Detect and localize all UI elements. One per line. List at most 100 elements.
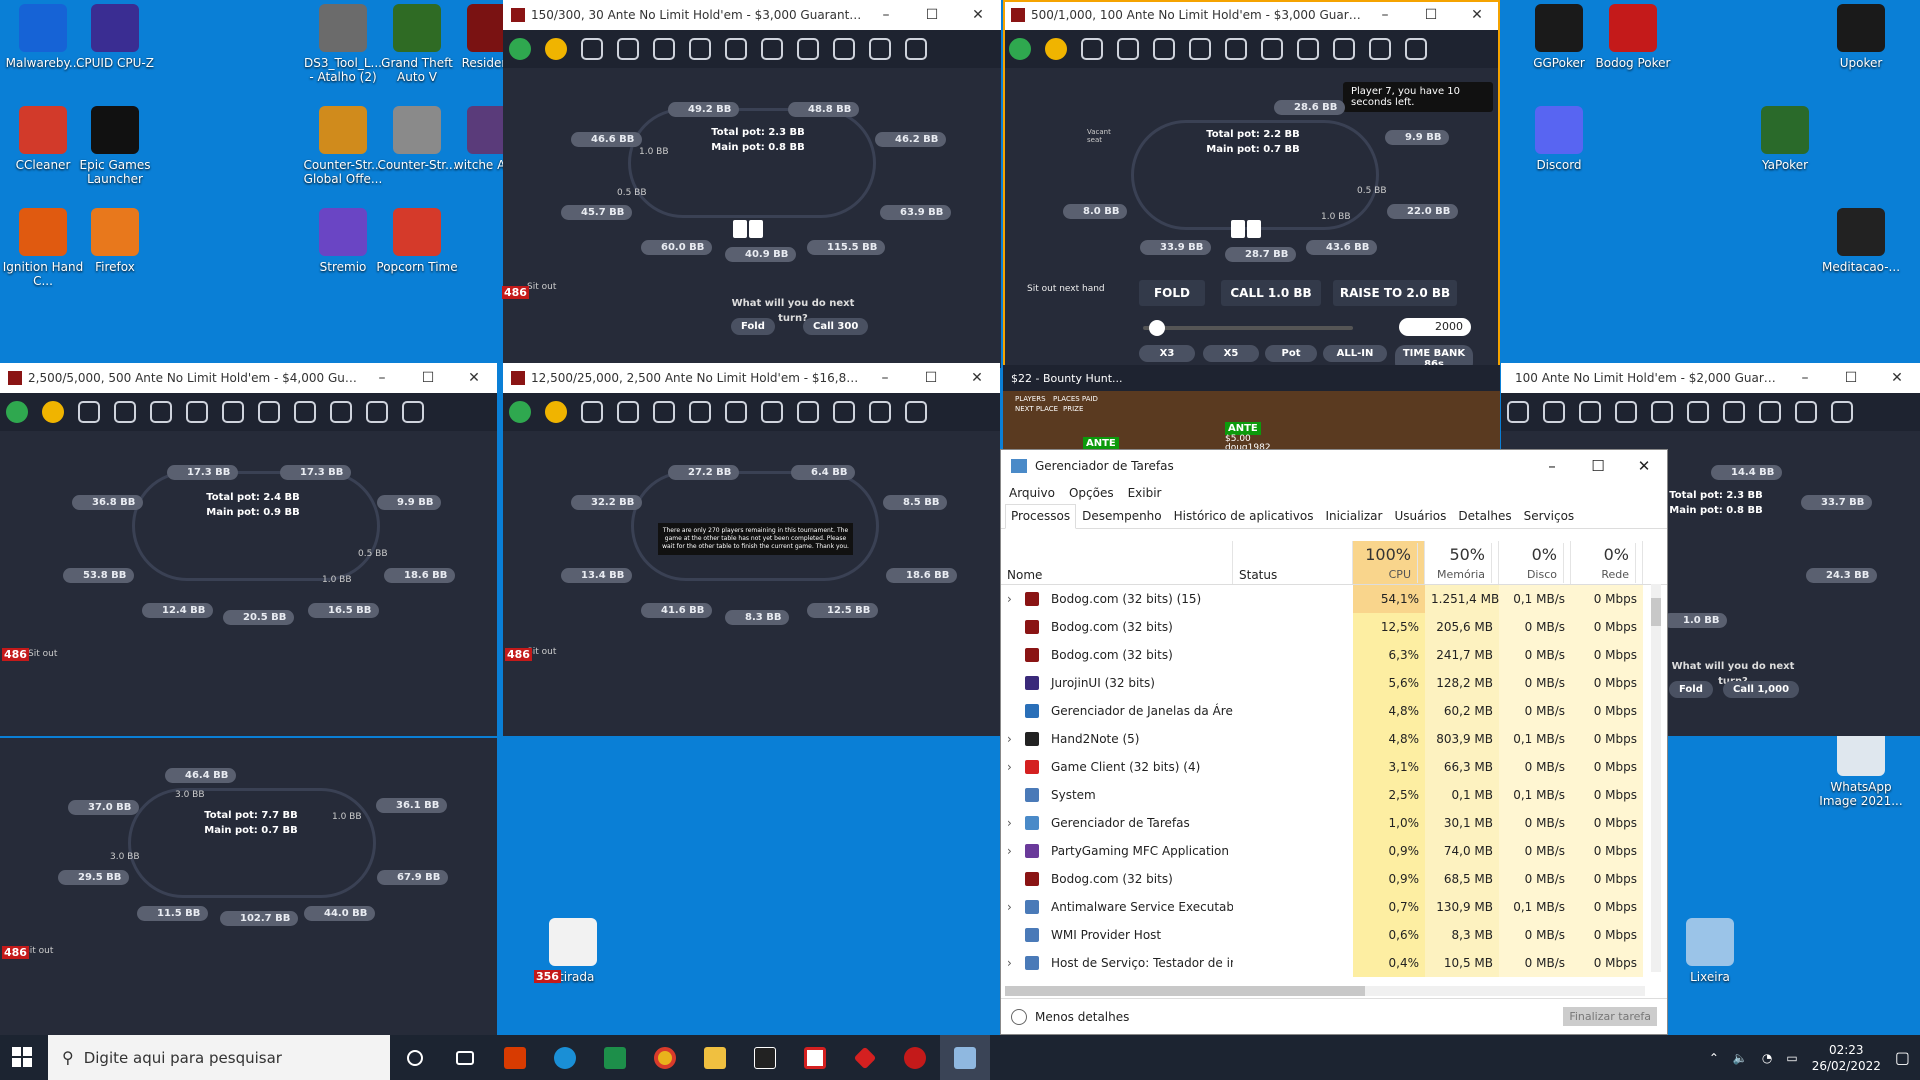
network-icon[interactable]: ◔ [1762, 1051, 1772, 1065]
cortana-icon[interactable] [390, 1035, 440, 1080]
maximize-button[interactable]: ☐ [1828, 370, 1874, 386]
maximize-button[interactable]: ☐ [908, 370, 954, 386]
info-icon[interactable] [1189, 38, 1211, 60]
window-icon[interactable] [1333, 38, 1355, 60]
info-icon[interactable] [689, 401, 711, 423]
col-name[interactable]: Nome [1001, 541, 1233, 584]
fold-precheck-button[interactable]: Fold [731, 318, 775, 335]
titlebar[interactable]: 2,500/5,000, 500 Ante No Limit Hold'em -… [0, 363, 497, 393]
close-button[interactable]: ✕ [1874, 370, 1920, 386]
gear-icon[interactable] [1153, 38, 1175, 60]
grid-icon[interactable] [1723, 401, 1745, 423]
gear-icon[interactable] [653, 38, 675, 60]
menu-item[interactable]: Opções [1069, 486, 1114, 500]
less-details-link[interactable]: Menos detalhes [1035, 1010, 1129, 1024]
window-icon[interactable] [330, 401, 352, 423]
chevron-up-icon[interactable] [1011, 1008, 1027, 1025]
col-status[interactable]: Status [1233, 541, 1353, 584]
titlebar[interactable]: 12,500/25,000, 2,500 Ante No Limit Hold'… [503, 363, 1000, 393]
window-icon[interactable] [1759, 401, 1781, 423]
poker-window-4[interactable]: 12,500/25,000, 2,500 Ante No Limit Hold'… [503, 363, 1000, 736]
coin-icon[interactable] [545, 38, 567, 60]
search-box[interactable]: ⚲ Digite aqui para pesquisar [48, 1035, 390, 1080]
bodog-poker-icon[interactable] [890, 1035, 940, 1080]
status-icon[interactable] [509, 401, 531, 423]
bodog-taskbar-icon[interactable] [790, 1035, 840, 1080]
panel-icon[interactable] [905, 38, 927, 60]
slider-handle[interactable] [1149, 320, 1165, 336]
process-row[interactable]: › PartyGaming MFC Application (... 0,9% 74,… [1001, 837, 1667, 865]
process-row[interactable]: › Antimalware Service Executable 0,7% 130,9… [1001, 893, 1667, 921]
task-manager-window[interactable]: Gerenciador de Tarefas – ☐ ✕ Arquivo Opções… [1000, 449, 1668, 1035]
desktop-icon[interactable]: Firefox [72, 208, 158, 274]
col-disk[interactable]: 0% Disco [1499, 541, 1571, 584]
menu-item[interactable]: Exibir [1128, 486, 1162, 500]
cards-icon[interactable] [1651, 401, 1673, 423]
desktop-icon[interactable]: Lixeira [1667, 918, 1753, 984]
grid-icon[interactable] [1297, 38, 1319, 60]
chevron-right-icon[interactable]: › [1007, 809, 1012, 837]
sit-out-checkbox[interactable]: Sit out [527, 282, 556, 292]
minimize-button[interactable]: – [863, 7, 909, 23]
raise-button[interactable]: RAISE TO 2.0 BB [1333, 280, 1457, 306]
window-icon[interactable] [833, 38, 855, 60]
call-precheck-button[interactable]: Call 300 [803, 318, 869, 335]
col-cpu[interactable]: 100% CPU [1353, 541, 1425, 584]
chevron-right-icon[interactable]: › [1007, 949, 1012, 977]
minimize-button[interactable]: – [862, 370, 908, 386]
desktop-icon[interactable]: Meditacao-... [1818, 208, 1904, 274]
desktop-icon[interactable]: Epic Games Launcher [72, 106, 158, 186]
fold-button[interactable]: FOLD [1139, 280, 1205, 306]
panel-icon[interactable] [1405, 38, 1427, 60]
status-icon[interactable] [1009, 38, 1031, 60]
layout-icon[interactable] [1369, 38, 1391, 60]
layout-icon[interactable] [366, 401, 388, 423]
cards-icon[interactable] [725, 38, 747, 60]
bet-preset-button[interactable]: X3 [1139, 345, 1195, 362]
minimize-button[interactable]: – [1529, 457, 1575, 475]
info-icon[interactable] [1615, 401, 1637, 423]
call-precheck-button[interactable]: Call 1,000 [1723, 681, 1800, 698]
process-row[interactable]: Gerenciador de Janelas da Área ... 4,8%60… [1001, 697, 1667, 725]
info-icon[interactable] [186, 401, 208, 423]
bounty-icon[interactable] [761, 401, 783, 423]
grid-icon[interactable] [797, 401, 819, 423]
tab[interactable]: Serviços [1518, 504, 1581, 528]
chevron-right-icon[interactable]: › [1007, 893, 1012, 921]
desktop-icon[interactable]: Popcorn Time [374, 208, 460, 274]
trophy-icon[interactable] [1543, 401, 1565, 423]
chevron-right-icon[interactable]: › [1007, 725, 1012, 753]
game-client-icon[interactable] [840, 1035, 890, 1080]
bounty-icon[interactable] [1687, 401, 1709, 423]
home-icon[interactable] [1507, 401, 1529, 423]
sit-out-checkbox[interactable]: Sit out [28, 649, 57, 659]
grid-icon[interactable] [797, 38, 819, 60]
close-button[interactable]: ✕ [954, 370, 1000, 386]
task-manager-taskbar-icon[interactable] [940, 1035, 990, 1080]
titlebar[interactable]: Gerenciador de Tarefas – ☐ ✕ [1001, 450, 1667, 482]
col-memory[interactable]: 50% Memória [1425, 541, 1499, 584]
titlebar[interactable]: 500/1,000, 100 Ante No Limit Hold'em - $… [1003, 0, 1500, 30]
hand2note-icon[interactable] [740, 1035, 790, 1080]
office-icon[interactable] [490, 1035, 540, 1080]
panel-icon[interactable] [905, 401, 927, 423]
minimize-button[interactable]: – [359, 370, 405, 386]
process-row[interactable]: WMI Provider Host 0,6% 8,3 MB 0 MB/s 0 Mbps [1001, 921, 1667, 949]
chevron-right-icon[interactable]: › [1007, 837, 1012, 865]
tab[interactable]: Usuários [1388, 504, 1452, 528]
poker-window-5[interactable]: Total pot: 7.7 BB Main pot: 0.7 BB 46.4 B… [0, 738, 497, 1035]
trophy-icon[interactable] [114, 401, 136, 423]
bet-amount-input[interactable]: 2000 [1399, 318, 1471, 336]
vertical-scrollbar[interactable] [1651, 584, 1661, 972]
bounty-icon[interactable] [761, 38, 783, 60]
process-row[interactable]: System 2,5% 0,1 MB 0,1 MB/s 0 Mbps [1001, 781, 1667, 809]
gear-icon[interactable] [1579, 401, 1601, 423]
tab[interactable]: Processos [1005, 504, 1077, 529]
minimize-button[interactable]: – [1362, 7, 1408, 23]
panel-icon[interactable] [402, 401, 424, 423]
bet-preset-button[interactable]: X5 [1203, 345, 1259, 362]
maximize-button[interactable]: ☐ [1575, 457, 1621, 475]
process-row[interactable]: › Host de Serviço: Testador de ins... 0,4%… [1001, 949, 1667, 977]
home-icon[interactable] [78, 401, 100, 423]
status-icon[interactable] [6, 401, 28, 423]
